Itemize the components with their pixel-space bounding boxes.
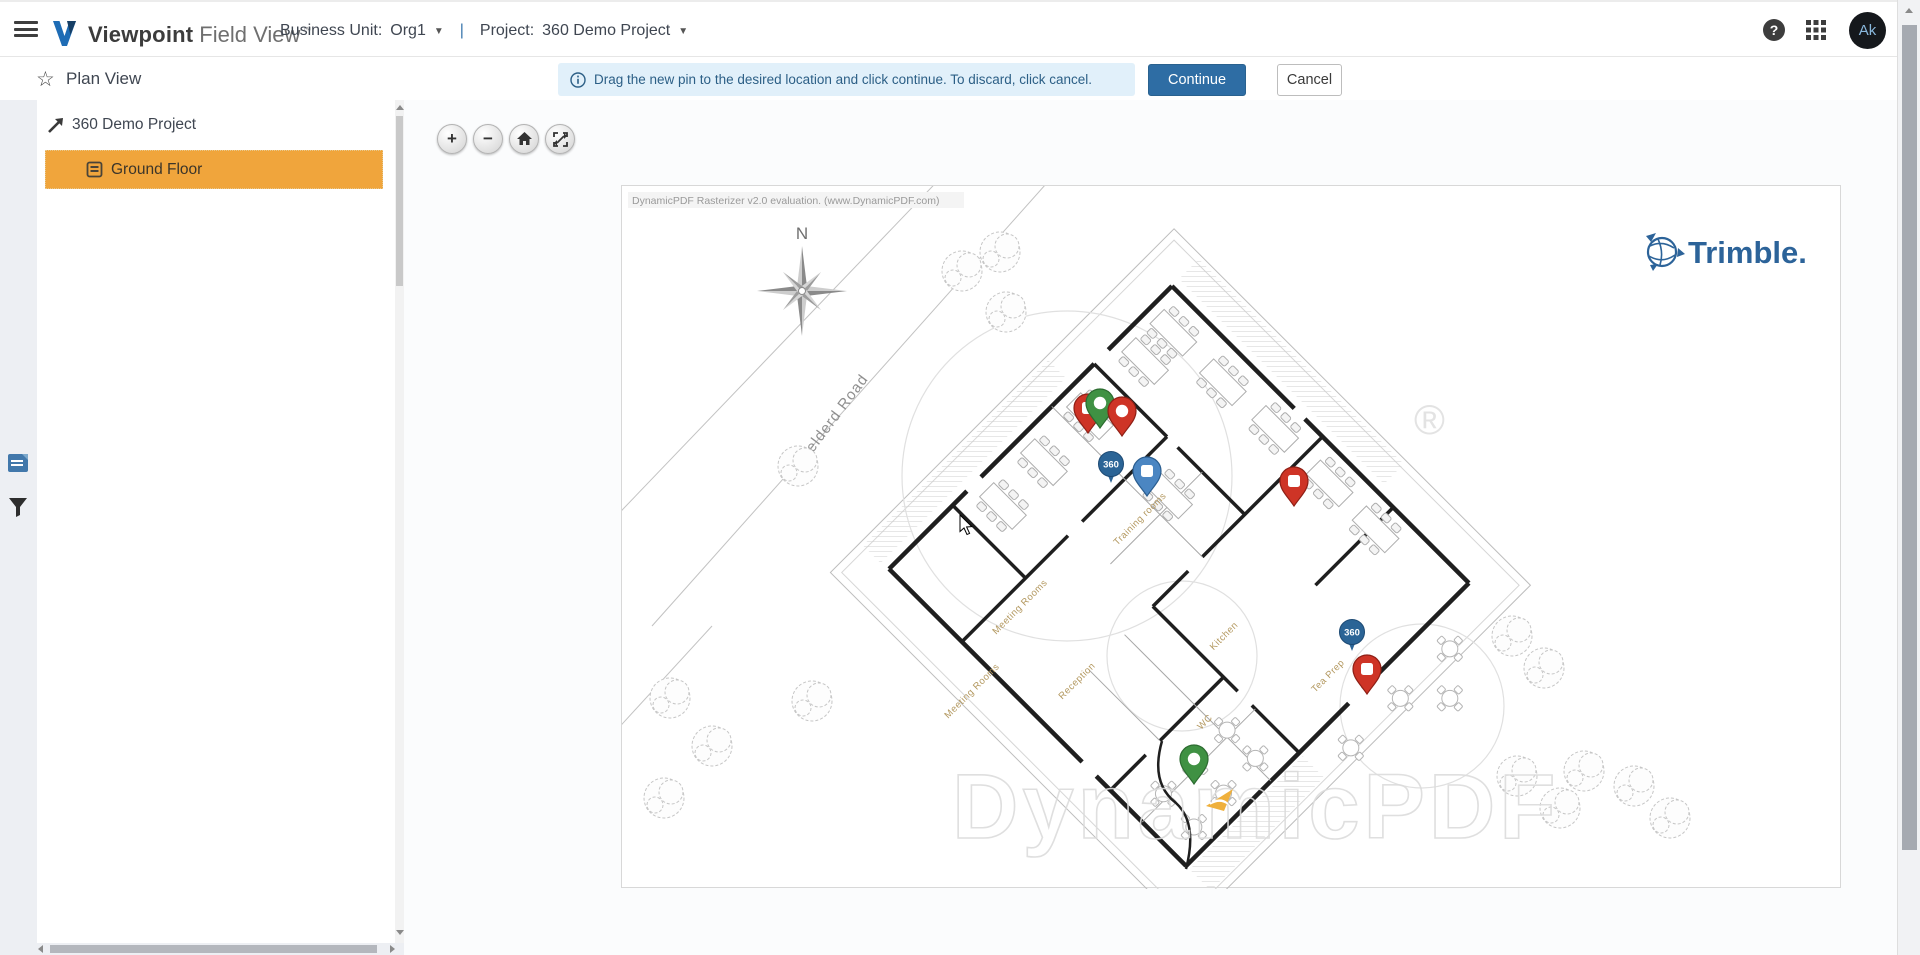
help-icon[interactable]: ? [1762,18,1786,42]
registered-symbol: ® [1414,396,1445,443]
app-grid-icon[interactable] [1804,18,1828,42]
info-banner: Drag the new pin to the desired location… [558,63,1135,96]
svg-text:360: 360 [1344,628,1360,639]
sidebar-scroll-thumb[interactable] [396,116,403,286]
app-logo: Viewpoint Field View ™ [52,14,311,48]
zoom-out-button[interactable]: − [473,124,503,154]
plan-tree-sidebar: 360 Demo Project Ground Floor [37,100,395,943]
zoom-controls: + − [437,124,575,154]
room-label: Meeting Rooms [943,662,1002,721]
panel-toggle-icon[interactable] [7,452,31,474]
tree-item-project-label: 360 Demo Project [72,116,196,134]
banner-text: Drag the new pin to the desired location… [594,72,1092,87]
map-pin-badge-360[interactable]: 360 [1340,620,1365,652]
project-caret-icon[interactable]: ▼ [678,26,688,37]
favorite-star-icon[interactable]: ☆ [36,67,55,92]
floor-plan-drawing: Gelderd Road ® [622,186,1842,889]
big-watermark: DynamicPDF [952,756,1560,858]
business-unit-label: Business Unit: [280,22,382,40]
left-rail [0,100,37,943]
tree-item-project[interactable]: 360 Demo Project [47,116,196,134]
sidebar-hscroll-thumb[interactable] [50,945,377,953]
map-pin-red-square[interactable] [1280,467,1308,506]
project-value[interactable]: 360 Demo Project [542,22,670,40]
trimble-wordmark: Trimble. [1688,235,1807,270]
divider: | [460,22,464,40]
page-scroll-up-arrow[interactable] [1905,8,1913,13]
home-icon [517,132,532,146]
info-icon [570,72,586,88]
context-selectors: Business Unit: Org1 ▼ | Project: 360 Dem… [280,2,688,59]
svg-text:360: 360 [1103,460,1119,471]
room-label: Reception [1057,661,1098,702]
cancel-button[interactable]: Cancel [1277,64,1342,96]
compass-rose: N [757,224,847,336]
floor-plan-canvas[interactable]: Gelderd Road ® [621,185,1841,888]
room-label: Training rooms [1112,491,1169,548]
content-area: 360 Demo Project Ground Floor + − [0,100,1920,955]
project-label: Project: [480,22,534,40]
viewpoint-v-icon [52,20,80,48]
eval-watermark: DynamicPDF Rasterizer v2.0 evaluation. (… [632,195,940,207]
map-pin-red-circle[interactable] [1108,397,1136,436]
sidebar-horizontal-scrollbar[interactable] [0,943,404,955]
sidebar-vertical-scrollbar[interactable] [395,100,404,943]
compass-north-label: N [796,224,808,243]
home-button[interactable] [509,124,539,154]
floor-plan-icon [86,161,103,178]
business-unit-caret-icon[interactable]: ▼ [434,26,444,37]
filter-icon[interactable] [9,498,27,518]
scroll-up-arrow[interactable] [396,105,404,110]
fullscreen-button[interactable] [545,124,575,154]
map-pin-red-square[interactable] [1353,655,1381,694]
room-label: Kitchen [1208,620,1241,653]
hamburger-menu-icon[interactable] [14,21,38,39]
trimble-logo: Trimble. [1646,233,1807,271]
tree-item-plan-selected[interactable]: Ground Floor [45,150,383,189]
fullscreen-icon [553,132,568,147]
scroll-right-arrow[interactable] [390,945,395,953]
project-icon [47,117,64,134]
brand-primary: Viewpoint [88,22,193,48]
page-vertical-scrollbar[interactable] [1897,0,1920,955]
zoom-in-button[interactable]: + [437,124,467,154]
svg-text:?: ? [1770,22,1779,38]
app-header: Viewpoint Field View ™ Business Unit: Or… [0,0,1897,57]
room-label: Meeting Rooms [991,578,1050,637]
scroll-down-arrow[interactable] [396,930,404,935]
business-unit-value[interactable]: Org1 [390,22,426,40]
user-avatar[interactable]: Ak [1849,12,1886,49]
page-toolbar: ☆ Plan View Drag the new pin to the desi… [0,60,1897,100]
page-title: Plan View [66,69,141,89]
page-scroll-thumb[interactable] [1902,25,1917,850]
continue-button[interactable]: Continue [1148,64,1246,96]
pin-layer: 360 360 [1074,389,1381,811]
map-pin-badge-360[interactable]: 360 [1099,452,1124,484]
scroll-left-arrow[interactable] [38,945,43,953]
tree-item-plan-label: Ground Floor [111,161,202,179]
